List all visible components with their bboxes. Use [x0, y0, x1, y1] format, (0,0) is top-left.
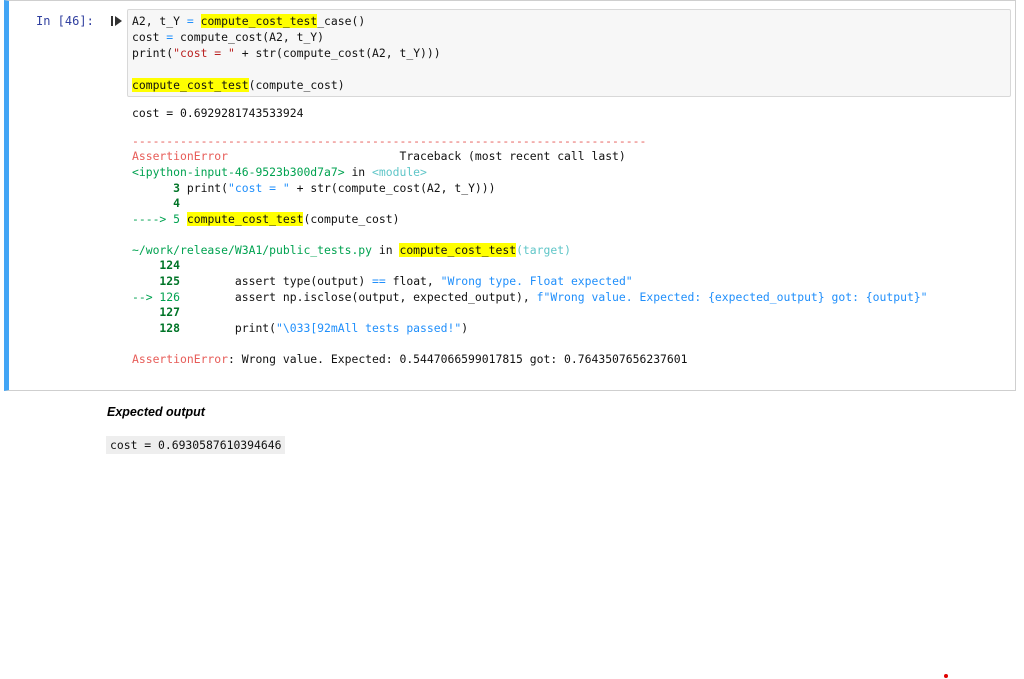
cell-prompt: In [46]:	[36, 14, 94, 28]
traceback-source: <ipython-input-46-9523b300d7a7> in <modu…	[132, 165, 427, 179]
cursor-dot	[944, 674, 948, 678]
run-cell-icon[interactable]	[110, 15, 124, 27]
traceback-line-127: 127	[132, 305, 181, 319]
traceback-divider: ----------------------------------------…	[132, 134, 647, 148]
traceback-line-5: ----> 5 compute_cost_test(compute_cost)	[132, 212, 400, 226]
traceback-line-3: 3 print("cost = " + str(compute_cost(A2,…	[132, 181, 496, 195]
traceback-line-128: 128 print("\033[92mAll tests passed!")	[132, 321, 469, 335]
search-highlight: compute_cost_test	[186, 212, 304, 226]
code-line-2: cost = compute_cost(A2, t_Y)	[132, 30, 325, 44]
traceback-file: ~/work/release/W3A1/public_tests.py in c…	[132, 243, 571, 257]
traceback-line-124: 124	[132, 258, 181, 272]
code-line-3: print("cost = " + str(compute_cost(A2, t…	[132, 46, 441, 60]
code-line-5: compute_cost_test(compute_cost)	[132, 78, 345, 92]
traceback-line-4: 4	[132, 196, 181, 210]
traceback-header: AssertionError Traceback (most recent ca…	[132, 149, 626, 163]
expected-output-heading: Expected output	[107, 405, 205, 419]
search-highlight: compute_cost_test	[132, 78, 249, 92]
search-highlight: compute_cost_test	[399, 243, 517, 257]
error-message: AssertionError: Wrong value. Expected: 0…	[132, 352, 688, 366]
stdout-text: cost = 0.6929281743533924	[132, 106, 304, 120]
expected-output-value: cost = 0.6930587610394646	[106, 436, 286, 454]
traceback-line-125: 125 assert type(output) == float, "Wrong…	[132, 274, 633, 288]
search-highlight: compute_cost_test	[200, 14, 318, 28]
traceback-line-126: --> 126 assert np.isclose(output, expect…	[132, 290, 928, 304]
code-line-1: A2, t_Y = compute_cost_test_case()	[132, 14, 366, 28]
